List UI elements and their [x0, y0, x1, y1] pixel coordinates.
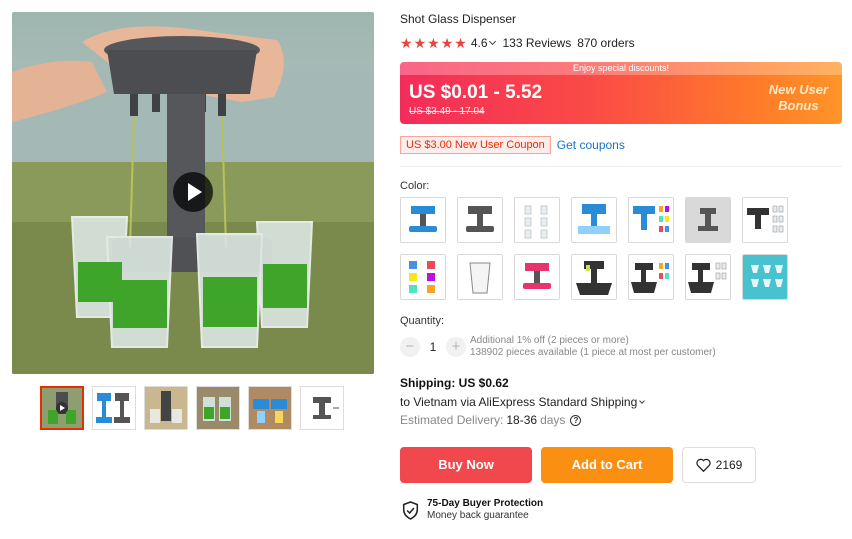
- color-swatch-12[interactable]: [628, 254, 674, 300]
- star-icon: ★: [440, 35, 454, 51]
- chevron-down-icon: [639, 398, 646, 404]
- bonus-line-1: New User: [768, 82, 828, 97]
- thumbnail-3[interactable]: [144, 386, 188, 430]
- color-swatch-3[interactable]: [514, 197, 560, 243]
- color-swatch-5[interactable]: [628, 197, 674, 243]
- star-rating: ★ ★ ★ ★ ★: [400, 36, 467, 50]
- color-swatch-14[interactable]: [742, 254, 788, 300]
- color-swatch-10[interactable]: [514, 254, 560, 300]
- protection-subtitle: Money back guarantee: [427, 510, 529, 521]
- thumbnail-5[interactable]: [248, 386, 292, 430]
- color-swatch-13[interactable]: [685, 254, 731, 300]
- color-swatch-9[interactable]: [457, 254, 503, 300]
- color-label: Color:: [400, 180, 430, 192]
- star-icon: ★: [454, 35, 467, 51]
- coupon-row: US $3.00 New User Coupon Get coupons: [400, 136, 625, 154]
- rating-value[interactable]: 4.6: [471, 36, 495, 50]
- quantity-decrease-button[interactable]: −: [400, 337, 420, 357]
- shipping-method-text: to Vietnam via AliExpress Standard Shipp…: [400, 395, 638, 409]
- thumbnail-4[interactable]: [196, 386, 240, 430]
- divider: [400, 166, 842, 167]
- heart-icon: [695, 458, 711, 472]
- delivery-days: 18-36: [506, 413, 538, 427]
- rating-row: ★ ★ ★ ★ ★ 4.6 133 Reviews 870 orders: [400, 36, 635, 50]
- product-title: Shot Glass Dispenser: [400, 12, 517, 26]
- star-icon: ★: [413, 35, 427, 51]
- color-swatch-11[interactable]: [571, 254, 617, 300]
- reviews-link[interactable]: 133 Reviews: [503, 36, 572, 50]
- new-user-coupon-tag[interactable]: US $3.00 New User Coupon: [400, 136, 551, 154]
- current-price: US $0.01 - 5.52: [409, 82, 543, 103]
- original-price: US $3.49 - 17.04: [409, 106, 485, 117]
- quantity-stepper: − 1 +: [400, 337, 466, 357]
- price-banner: Enjoy special discounts! US $0.01 - 5.52…: [400, 62, 842, 124]
- protection-title: 75-Day Buyer Protection: [427, 498, 544, 509]
- play-video-button[interactable]: [173, 172, 213, 212]
- quantity-note: Additional 1% off (2 pieces or more) 138…: [470, 335, 716, 359]
- color-swatch-2[interactable]: [457, 197, 503, 243]
- thumbnail-2[interactable]: [92, 386, 136, 430]
- color-swatch-1[interactable]: [400, 197, 446, 243]
- new-user-bonus: New User Bonus: [769, 82, 828, 114]
- help-icon[interactable]: ?: [570, 414, 582, 426]
- quantity-input[interactable]: 1: [422, 340, 444, 354]
- bulk-discount-note: Additional 1% off (2 pieces or more): [470, 335, 629, 346]
- buyer-protection: 75-Day Buyer Protection Money back guara…: [402, 498, 543, 522]
- star-icon: ★: [400, 35, 413, 51]
- orders-count: 870 orders: [577, 36, 635, 50]
- stock-note: 138902 pieces available (1 piece at most…: [470, 347, 716, 358]
- delivery-label: Estimated Delivery:: [400, 413, 504, 427]
- bonus-line-2: Bonus: [778, 98, 819, 113]
- quantity-label: Quantity:: [400, 315, 445, 327]
- shipping-cost: Shipping: US $0.62: [400, 376, 509, 390]
- wishlist-button[interactable]: 2169: [682, 447, 756, 483]
- shipping-method[interactable]: to Vietnam via AliExpress Standard Shipp…: [400, 395, 646, 409]
- main-product-image[interactable]: [12, 12, 374, 374]
- wishlist-count: 2169: [715, 458, 743, 472]
- thumbnail-video[interactable]: [40, 386, 84, 430]
- delivery-unit: days: [540, 413, 566, 427]
- add-to-cart-button[interactable]: Add to Cart: [541, 447, 673, 483]
- color-swatch-8[interactable]: [400, 254, 446, 300]
- color-swatch-7[interactable]: [742, 197, 788, 243]
- quantity-increase-button[interactable]: +: [446, 337, 466, 357]
- shield-check-icon: [402, 500, 419, 520]
- estimated-delivery: Estimated Delivery: 18-36 days ?: [400, 413, 582, 427]
- get-coupons-link[interactable]: Get coupons: [557, 138, 625, 152]
- star-icon: ★: [427, 35, 440, 51]
- buy-now-button[interactable]: Buy Now: [400, 447, 532, 483]
- discount-strip: Enjoy special discounts!: [400, 62, 842, 75]
- color-swatch-4[interactable]: [571, 197, 617, 243]
- color-swatch-6[interactable]: [685, 197, 731, 243]
- thumbnail-6[interactable]: [300, 386, 344, 430]
